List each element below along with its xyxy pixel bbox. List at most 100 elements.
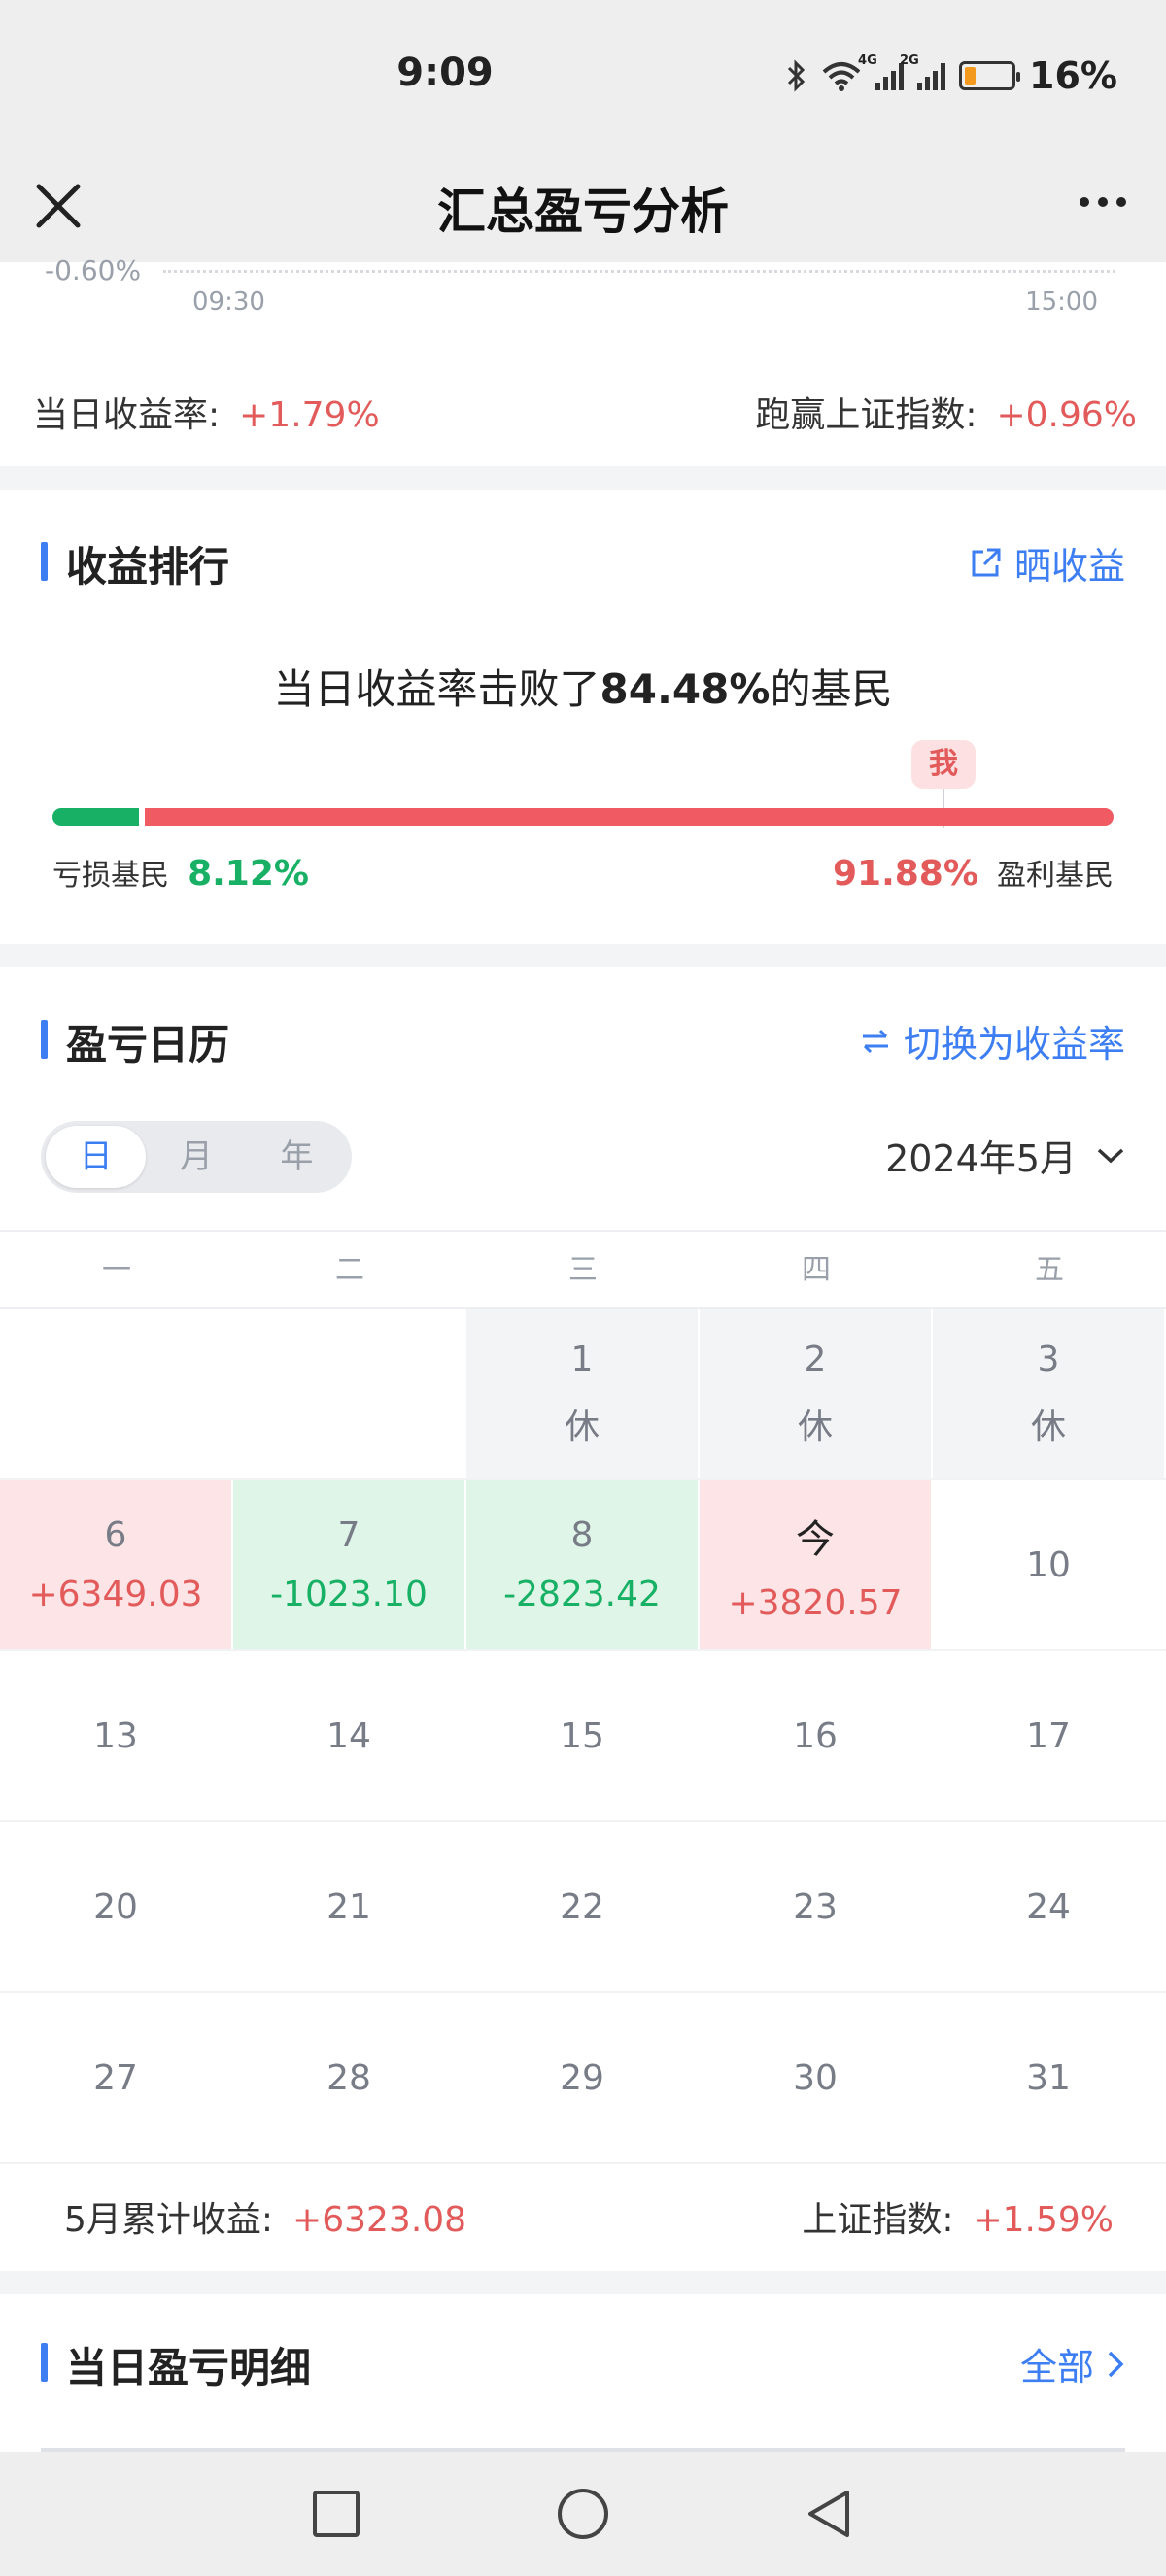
- calendar-day-cell[interactable]: 22: [466, 1822, 700, 1991]
- weekday-label: 五: [1035, 1253, 1064, 1287]
- signal-2g-icon: 2G: [900, 53, 946, 90]
- status-icons: 4G 2G 16%: [786, 53, 1117, 97]
- calendar-day-cell[interactable]: 21: [233, 1822, 466, 1991]
- calendar-day-cell[interactable]: 14: [233, 1651, 466, 1820]
- calendar-day-cell[interactable]: 13: [0, 1651, 233, 1820]
- calendar-week-row: 6 +6349.03 7 -1023.10 8 -2823.42 今 +3820.57 10: [0, 1480, 1166, 1651]
- more-icon[interactable]: [1069, 183, 1137, 221]
- section-accent-bar: [41, 542, 48, 581]
- day-number: 10: [1026, 1544, 1071, 1585]
- calendar-day-cell[interactable]: 23: [700, 1822, 933, 1991]
- day-number: 28: [326, 2057, 371, 2098]
- day-number: 30: [793, 2057, 838, 2098]
- calendar-week-row: 13 14 15 16 17: [0, 1651, 1166, 1822]
- weekday-label: 三: [568, 1253, 598, 1287]
- tab-year[interactable]: 年: [247, 1126, 347, 1188]
- day-number: 8: [570, 1515, 594, 1555]
- section-accent-bar: [41, 1020, 48, 1059]
- section-divider: [0, 944, 1166, 967]
- calendar-day-cell[interactable]: 17: [933, 1651, 1166, 1820]
- day-number: 3: [1037, 1339, 1060, 1379]
- swap-icon: [862, 1029, 888, 1053]
- day-number: 7: [337, 1515, 360, 1555]
- day-number: 22: [560, 1886, 604, 1927]
- calendar-week-row: 20 21 22 23 24: [0, 1822, 1166, 1993]
- calendar-day-cell[interactable]: 16: [700, 1651, 933, 1820]
- calendar-day-cell[interactable]: 29: [466, 1993, 700, 2162]
- day-number: 16: [793, 1715, 838, 1756]
- calendar-day-cell[interactable]: 2休: [700, 1309, 933, 1478]
- chart-baseline: [163, 270, 1115, 273]
- battery-icon: [959, 61, 1021, 90]
- pnl-calendar-grid: 1 休 2 休 3 休 6 +6349.03 7 -1023.10 8 -2823.42 今 +3820.…: [0, 1309, 1166, 2164]
- day-pnl-value: 休: [564, 1407, 600, 1447]
- ranking-summary: 当日收益率击败了84.48%的基民: [273, 665, 893, 713]
- ranking-percent: 84.48%: [600, 665, 771, 713]
- profit-bar: [145, 808, 1114, 826]
- weekday-label: 二: [335, 1253, 364, 1287]
- day-number: 24: [1026, 1886, 1071, 1927]
- day-number: 27: [93, 2057, 138, 2098]
- day-number: 21: [326, 1886, 371, 1927]
- day-number: 6: [104, 1515, 127, 1555]
- calendar-day-cell[interactable]: 8 -2823.42: [466, 1480, 700, 1649]
- day-pnl-value: 休: [797, 1407, 833, 1447]
- calendar-day-cell[interactable]: 31: [933, 1993, 1166, 2162]
- section-divider: [0, 2271, 1166, 2294]
- loss-bar: [52, 808, 139, 826]
- calendar-day-cell[interactable]: 24: [933, 1822, 1166, 1991]
- weekday-label: 四: [802, 1253, 831, 1287]
- system-nav-bar: [0, 2452, 1166, 2576]
- section-divider: [0, 466, 1166, 490]
- calendar-empty-cell: [233, 1309, 466, 1478]
- calendar-day-cell[interactable]: 27: [0, 1993, 233, 2162]
- calendar-day-cell[interactable]: 今 +3820.57: [700, 1480, 933, 1649]
- calendar-day-cell[interactable]: 20: [0, 1822, 233, 1991]
- day-number: 1: [570, 1339, 594, 1379]
- status-bar: 9:09 4G 2G 16%: [0, 0, 1166, 155]
- calendar-week-row: 27 28 29 30 31: [0, 1993, 1166, 2164]
- recent-apps-icon[interactable]: [311, 2489, 361, 2539]
- day-number: 29: [560, 2057, 604, 2098]
- wifi-icon: [822, 62, 861, 91]
- day-number: 今: [796, 1516, 835, 1562]
- weekday-header: 一 二 三 四 五: [0, 1230, 1166, 1309]
- switch-to-rate-button[interactable]: 切换为收益率: [859, 1014, 1125, 1068]
- month-total: 5月累计收益: +6323.08: [64, 2200, 467, 2240]
- calendar-day-cell[interactable]: 28: [233, 1993, 466, 2162]
- view-all-button[interactable]: 全部: [1020, 2337, 1125, 2390]
- calendar-day-cell[interactable]: 6 +6349.03: [0, 1480, 233, 1649]
- tab-month[interactable]: 月: [146, 1126, 246, 1188]
- month-selector[interactable]: 2024年5月: [885, 1129, 1125, 1182]
- index-change: 上证指数: +1.59%: [802, 2200, 1114, 2240]
- section-accent-bar: [41, 2343, 48, 2382]
- calendar-empty-cell: [0, 1309, 233, 1478]
- month-summary: 5月累计收益: +6323.08 上证指数: +1.59%: [64, 2191, 1114, 2242]
- ranking-title: 收益排行: [66, 543, 230, 591]
- daily-metrics: 当日收益率: +1.79% 跑赢上证指数: +0.96%: [33, 387, 1137, 437]
- day-number: 31: [1026, 2057, 1071, 2098]
- home-icon[interactable]: [556, 2487, 610, 2541]
- calendar-day-cell[interactable]: 3休: [933, 1309, 1166, 1478]
- nav-bar: 汇总盈亏分析: [0, 155, 1166, 262]
- day-number: 23: [793, 1886, 838, 1927]
- tab-day[interactable]: 日: [46, 1126, 147, 1188]
- detail-header: 当日盈亏明细 全部: [0, 2323, 1166, 2401]
- share-icon: [972, 548, 1001, 576]
- detail-title: 当日盈亏明细: [66, 2344, 312, 2391]
- me-marker: 我: [911, 740, 976, 789]
- share-earnings-button[interactable]: 晒收益: [968, 536, 1125, 590]
- calendar-day-cell[interactable]: 10: [933, 1480, 1166, 1649]
- day-pnl-value: -1023.10: [270, 1575, 428, 1614]
- back-icon[interactable]: [805, 2489, 855, 2539]
- day-pnl-value: +6349.03: [28, 1575, 203, 1614]
- calendar-day-cell[interactable]: 7 -1023.10: [233, 1480, 466, 1649]
- calendar-day-cell[interactable]: 30: [700, 1993, 933, 2162]
- chart-y-label: -0.60%: [45, 254, 142, 287]
- day-number: 15: [560, 1715, 604, 1756]
- calendar-day-cell[interactable]: 15: [466, 1651, 700, 1820]
- day-number: 14: [326, 1715, 371, 1756]
- calendar-day-cell[interactable]: 1休: [466, 1309, 700, 1478]
- profit-legend: 91.88% 盈利基民: [832, 854, 1114, 894]
- day-number: 17: [1026, 1715, 1071, 1756]
